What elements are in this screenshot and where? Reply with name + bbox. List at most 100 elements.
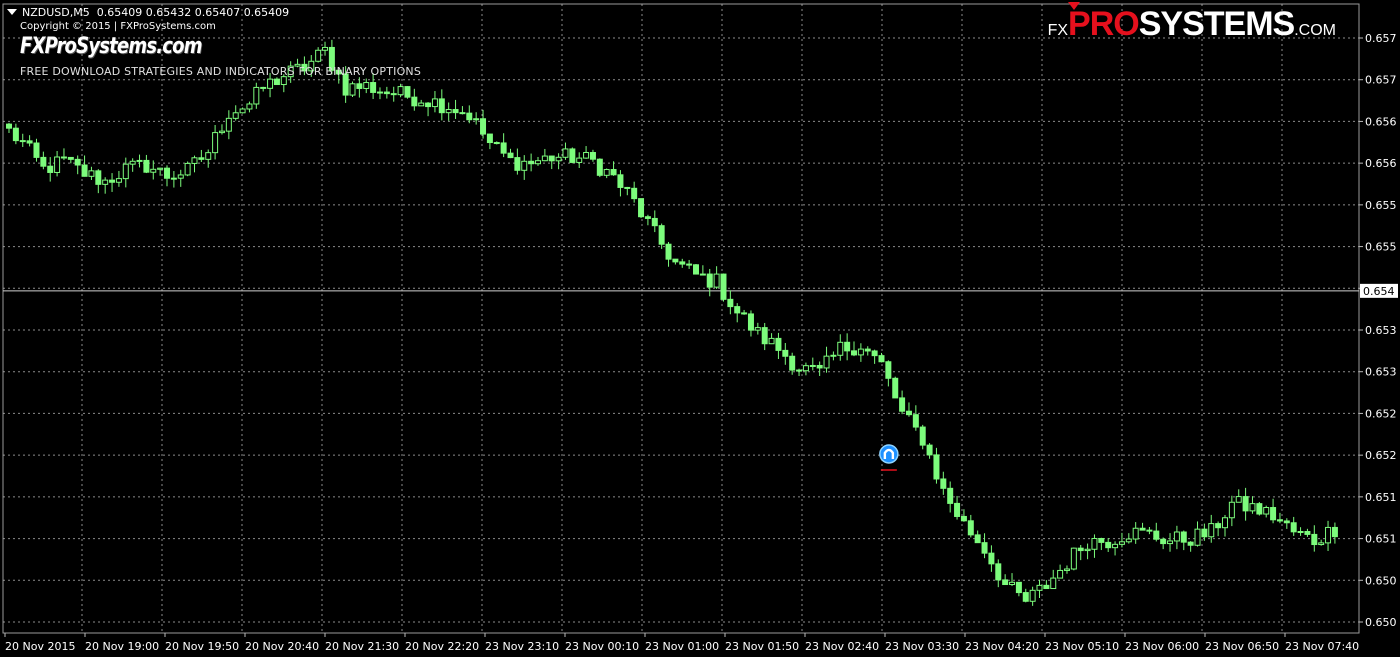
price-chart[interactable]: 0.657 0.657 0.656 0.656 0.655 0.655 0.654 0.653… [0,0,1400,657]
candle-body [809,364,816,367]
candle-body [1331,526,1338,538]
candle-body [912,414,919,428]
x-tick-label: 23 Nov 05:10 [1045,640,1119,653]
candle-body [322,46,329,51]
candle-body [1139,527,1146,531]
candle-body [26,140,33,144]
tagline-text: FREE DOWNLOAD STRATEGIES AND INDICATORS … [20,65,422,78]
logo-systems: SYSTEMS [1138,5,1295,43]
candle-body [1070,547,1077,570]
x-tick-label: 23 Nov 00:10 [565,640,639,653]
candle-body [1084,548,1091,552]
candle-body [6,123,12,129]
candle-body [947,487,954,504]
candle-body [157,167,164,170]
candle-body [1187,541,1194,546]
candle-body [1125,538,1132,543]
y-tick-label: 0.657 [1365,32,1397,45]
candle-body [12,127,19,142]
candle-body [672,258,679,263]
x-tick-label: 23 Nov 03:30 [885,640,959,653]
candle-body [115,178,122,183]
candle-body [205,152,212,160]
candle-body [370,82,377,93]
candle-body [851,350,858,356]
candle-body [1043,584,1050,590]
x-tick-label: 20 Nov 22:20 [405,640,479,653]
candle-body [534,160,541,165]
candle-body [218,130,225,134]
candle-body [885,361,892,379]
candle-body [1029,589,1036,602]
candle-body [1276,519,1283,522]
candle-body [1228,501,1235,519]
symbol-label: NZDUSD,M5 [22,6,90,19]
candle-body [569,148,576,163]
candle-body [486,133,493,144]
candle-body [775,337,782,351]
candle-body [1077,547,1084,552]
candle-body [438,98,445,114]
candle-body [459,112,466,115]
candle-body [610,169,617,176]
y-tick-label: 0.656 [1365,157,1397,170]
candle-body [521,160,528,171]
candle-body [507,152,514,159]
y-tick-label: 0.652 [1365,449,1397,462]
candle-body [88,170,95,177]
candle-body [727,298,734,308]
candle-body [315,49,322,62]
candle-body [720,273,727,300]
candle-body [871,350,878,357]
candle-body [122,163,129,180]
candle-body [164,167,171,179]
candle-body [95,170,102,185]
symbol-header: NZDUSD,M5 0.65409 0.65432 0.65407 0.6540… [7,6,289,19]
candle-body [1057,569,1064,579]
y-tick-label: 0.651 [1365,491,1397,504]
candle-body [431,98,438,108]
x-tick-label: 23 Nov 04:20 [965,640,1039,653]
candle-body [102,179,109,185]
candle-body [699,273,706,276]
logo-com: .COM [1294,22,1336,39]
candle-body [493,142,500,145]
candle-body [411,96,418,107]
buy-signal-icon[interactable] [879,444,899,464]
candle-body [892,377,899,399]
candle-body [802,365,809,372]
site-name-watermark: FXProSystems.com [20,34,203,59]
candle-body [1297,530,1304,533]
candle-body [514,157,521,171]
candle-body [397,86,404,96]
candle-body [500,142,507,154]
candle-body [150,168,157,173]
candle-body [844,341,851,352]
candle-body [596,158,603,176]
candle-body [480,118,487,135]
candle-body [658,225,665,245]
y-tick-label: 0.652 [1365,407,1397,420]
y-tick-label: 0.650 [1365,574,1397,587]
candle-body [576,157,583,163]
candle-body [1194,528,1201,546]
candle-body [899,397,906,412]
x-tick-label: 20 Nov 21:30 [325,640,399,653]
candle-body [60,156,67,159]
candle-body [638,198,645,218]
candle-body [81,164,88,177]
candle-body [390,93,397,96]
candle-body [1132,527,1139,540]
candle-body [1318,542,1325,546]
x-tick-label: 23 Nov 02:40 [805,640,879,653]
candle-body [404,86,411,98]
candle-body [1263,507,1270,515]
candle-body [789,355,796,371]
candle-body [816,364,823,369]
candle-body [967,520,974,536]
dropdown-triangle-icon[interactable] [7,9,17,15]
candle-body [878,355,885,363]
x-tick-label: 20 Nov 2015 [5,640,75,653]
candle-body [1208,523,1215,538]
copyright-text: Copyright © 2015 | FXProSystems.com [20,21,216,32]
